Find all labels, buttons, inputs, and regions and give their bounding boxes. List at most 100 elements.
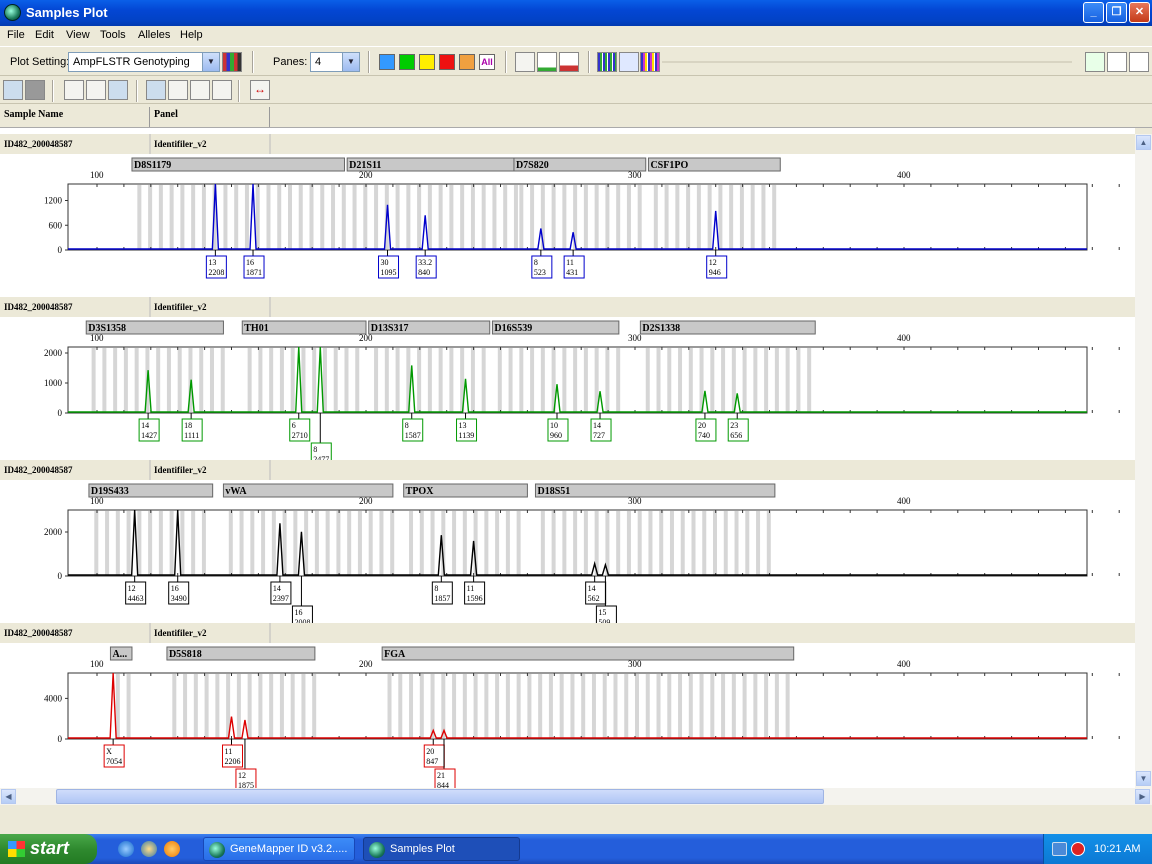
bin (710, 674, 715, 738)
separate-dyes-icon[interactable] (597, 52, 617, 72)
bin (269, 674, 274, 738)
menu-tools[interactable]: Tools (100, 29, 126, 41)
bin (530, 185, 535, 249)
bin (379, 511, 384, 575)
allele-label-icon[interactable] (86, 80, 106, 100)
column-sample-name[interactable]: Sample Name (0, 107, 150, 127)
bin (355, 348, 360, 412)
allele-size-label-icon[interactable] (108, 80, 128, 100)
zoom-in-icon[interactable] (190, 80, 210, 100)
horizontal-scroll-thumb[interactable] (56, 789, 824, 804)
align-icon[interactable] (212, 80, 232, 100)
menu-view[interactable]: View (66, 29, 90, 41)
bins-icon[interactable] (146, 80, 166, 100)
start-button[interactable]: start (0, 834, 97, 864)
sample-pane: ID482_200048587 Identifiler_v2D3S1358 TH01… (0, 297, 1135, 466)
bin (255, 185, 260, 249)
bin (406, 185, 411, 249)
overlay-plot-icon[interactable] (537, 52, 557, 72)
menu-file[interactable]: File (7, 29, 25, 41)
bin (234, 185, 239, 249)
allele-call: 12 (128, 584, 136, 593)
bin (645, 674, 650, 738)
scroll-down-icon[interactable]: ▼ (1136, 771, 1151, 786)
allele-call: 21 (437, 771, 445, 780)
bin (626, 185, 631, 249)
security-shield-icon[interactable] (1071, 842, 1085, 856)
internet-explorer-icon[interactable] (118, 841, 134, 857)
sizing-icon[interactable] (25, 80, 45, 100)
scroll-left-icon[interactable]: ◀ (1, 789, 16, 804)
bin (774, 348, 779, 412)
marker-label: D13S317 (371, 323, 409, 334)
media-player-icon[interactable] (164, 841, 180, 857)
electropherogram-icon[interactable] (3, 80, 23, 100)
scroll-up-icon[interactable]: ▲ (1136, 135, 1151, 150)
panes-select[interactable]: 4 ▼ (310, 52, 360, 72)
y-tick-label: 1000 (44, 378, 63, 388)
pane-panel-name: Identifiler_v2 (154, 465, 207, 475)
bin (513, 185, 518, 249)
axis-tick-label: 200 (359, 333, 373, 343)
bin (374, 185, 379, 249)
bin (258, 674, 263, 738)
peak-view-icon[interactable] (559, 52, 579, 72)
peak-label-icon[interactable] (64, 80, 84, 100)
plot-setting-select[interactable]: AmpFLSTR Genotyping ▼ (68, 52, 220, 72)
minimize-button[interactable]: _ (1083, 2, 1104, 23)
peak-height: 1111 (184, 431, 199, 440)
network-icon[interactable] (1052, 842, 1067, 856)
bin (562, 185, 567, 249)
all-dyes-button[interactable]: All (479, 54, 495, 70)
genemapper-icon (209, 842, 225, 858)
peak-height: 1095 (381, 268, 397, 277)
taskbar-genemapper[interactable]: GeneMapper ID v3.2..... (203, 837, 355, 861)
orange-dye-button[interactable] (459, 54, 475, 70)
plot-settings-editor-icon[interactable] (222, 52, 242, 72)
bin (495, 674, 500, 738)
peak-height: 1871 (246, 268, 262, 277)
full-view-icon[interactable]: ↔ (250, 80, 270, 100)
scroll-right-icon[interactable]: ▶ (1135, 789, 1150, 804)
spreadsheet-icon[interactable] (1129, 52, 1149, 72)
bin (519, 185, 524, 249)
bin (729, 185, 734, 249)
bin (484, 674, 489, 738)
bin (266, 185, 271, 249)
maximize-button[interactable]: ❐ (1106, 2, 1127, 23)
bin (452, 674, 457, 738)
table-view-icon[interactable] (515, 52, 535, 72)
bin (236, 674, 241, 738)
menu-help[interactable]: Help (180, 29, 203, 41)
yellow-dye-button[interactable] (419, 54, 435, 70)
all-dyes-overlay-icon[interactable] (640, 52, 660, 72)
red-dye-button[interactable] (439, 54, 455, 70)
allele-call: 13 (459, 421, 467, 430)
overlay-dyes-icon[interactable] (619, 52, 639, 72)
axis-tick-label: 200 (359, 659, 373, 669)
vertical-scrollbar[interactable]: ▲ ▼ (1135, 134, 1152, 788)
bin (645, 348, 650, 412)
menu-alleles[interactable]: Alleles (138, 29, 170, 41)
bin (678, 348, 683, 412)
column-panel[interactable]: Panel (150, 107, 270, 127)
peak-height: 840 (418, 268, 430, 277)
menu-edit[interactable]: Edit (35, 29, 54, 41)
bin (583, 348, 588, 412)
pane-panel-name: Identifiler_v2 (154, 302, 207, 312)
bin (570, 674, 575, 738)
allele-call: 8 (534, 258, 538, 267)
toolbar-separator (588, 51, 590, 73)
horizontal-scrollbar[interactable]: ◀ ▶ (0, 788, 1152, 805)
green-dye-button[interactable] (399, 54, 415, 70)
outlook-express-icon[interactable] (141, 841, 157, 857)
markers-icon[interactable] (168, 80, 188, 100)
close-button[interactable]: ✕ (1129, 2, 1150, 23)
taskbar-samples-plot[interactable]: Samples Plot (363, 837, 520, 861)
bin (519, 348, 524, 412)
table-grid-icon[interactable] (1107, 52, 1127, 72)
grid-view-icon[interactable] (1085, 52, 1105, 72)
bin (637, 511, 642, 575)
blue-dye-button[interactable] (379, 54, 395, 70)
app-icon (4, 4, 21, 21)
